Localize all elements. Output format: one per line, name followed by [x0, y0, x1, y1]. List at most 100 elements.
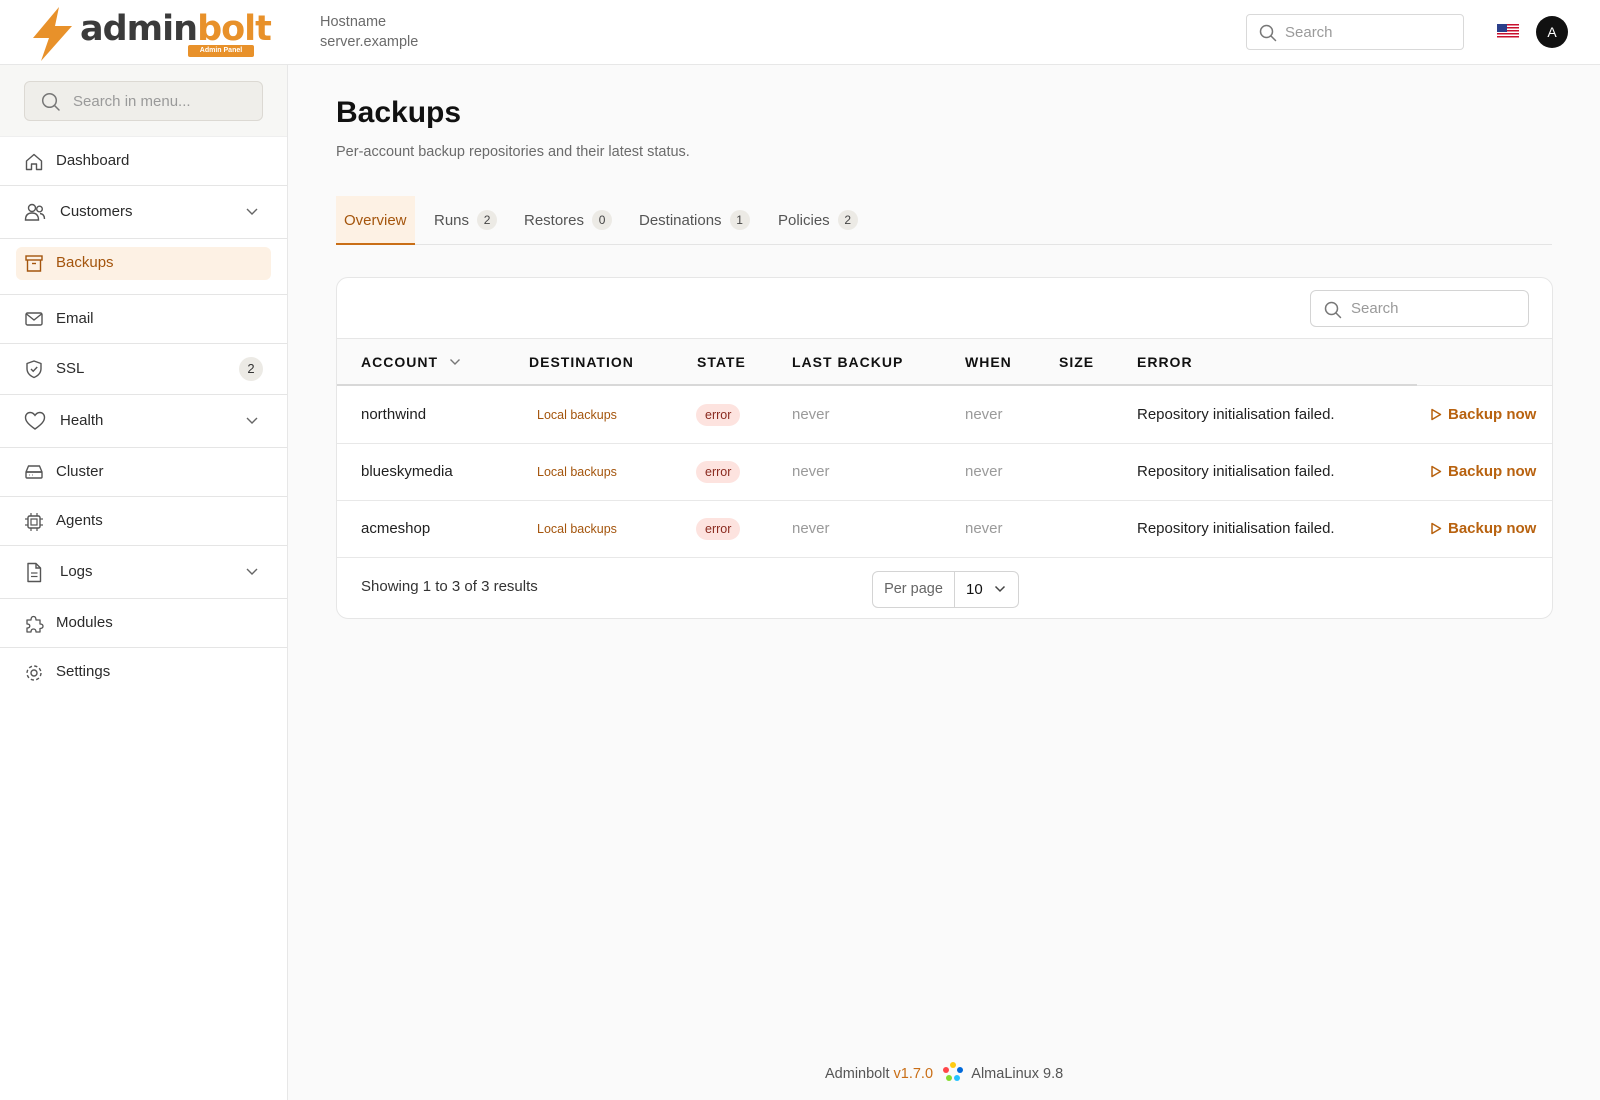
cell-account: northwind	[361, 406, 427, 423]
backup-now-button[interactable]: Backup now	[1430, 501, 1536, 557]
sidebar-item-ssl[interactable]: SSL 2	[0, 344, 287, 395]
cell-destination-link[interactable]: Local backups	[537, 407, 617, 423]
page-subtitle: Per-account backup repositories and thei…	[336, 144, 690, 160]
status-badge: error	[696, 461, 741, 483]
sidebar-item-label: Settings	[56, 663, 111, 680]
cell-last-backup: never	[792, 520, 830, 537]
cell-error: Repository initialisation failed.	[1137, 406, 1335, 423]
column-header-error: ERROR	[1137, 354, 1193, 370]
shield-icon	[26, 360, 42, 379]
tab-runs[interactable]: Runs 2	[434, 196, 498, 245]
brand-badge: Admin Panel	[188, 45, 254, 57]
sidebar-item-cluster[interactable]: Cluster	[0, 448, 287, 497]
sidebar-item-label: Backups	[56, 254, 114, 271]
menu-search-section	[0, 65, 287, 137]
footer-os: AlmaLinux 9.8	[971, 1066, 1064, 1082]
puzzle-icon	[26, 615, 44, 633]
cell-last-backup: never	[792, 463, 830, 480]
chevron-down-icon[interactable]	[245, 416, 259, 426]
cell-when: never	[965, 406, 1003, 423]
user-avatar[interactable]: A	[1536, 16, 1568, 48]
mail-icon	[25, 312, 43, 326]
sidebar-item-label: Customers	[60, 203, 133, 220]
tab-label: Policies	[778, 212, 830, 229]
tab-count-badge: 2	[477, 210, 498, 230]
search-icon	[1259, 24, 1277, 42]
sidebar-item-modules[interactable]: Modules	[0, 599, 287, 648]
column-header-destination: DESTINATION	[529, 354, 634, 370]
per-page-select[interactable]: Per page 10	[872, 571, 1019, 608]
tab-count-badge: 0	[592, 210, 613, 230]
backup-now-button[interactable]: Backup now	[1430, 444, 1536, 500]
sidebar-item-health[interactable]: Health	[0, 395, 287, 448]
footer-version[interactable]: v1.7.0	[894, 1066, 934, 1082]
cell-when: never	[965, 520, 1003, 537]
us-flag-icon[interactable]	[1497, 24, 1519, 39]
search-icon	[41, 92, 60, 111]
sidebar-item-customers[interactable]: Customers	[0, 186, 287, 239]
cell-destination-link[interactable]: Local backups	[537, 464, 617, 480]
backup-now-button[interactable]: Backup now	[1430, 387, 1536, 443]
sidebar-item-label: Logs	[60, 563, 93, 580]
table-header: ACCOUNT DESTINATION STATE LAST BACKUP WH…	[337, 338, 1552, 386]
users-icon	[24, 203, 46, 221]
tab-count-badge: 1	[729, 210, 750, 230]
brand-wordmark: adminbolt	[80, 9, 272, 49]
sort-chevron-down-icon	[449, 359, 460, 365]
column-header-last-backup: LAST BACKUP	[792, 354, 904, 370]
tab-policies[interactable]: Policies 2	[778, 196, 858, 245]
menu-search-input[interactable]	[73, 82, 253, 120]
chevron-down-icon[interactable]	[245, 207, 259, 217]
table-row: northwind Local backups error never neve…	[337, 387, 1552, 444]
cell-when: never	[965, 463, 1003, 480]
tab-restores[interactable]: Restores 0	[524, 196, 613, 245]
sidebar-item-agents[interactable]: Agents	[0, 497, 287, 546]
tab-label: Runs	[434, 212, 470, 229]
menu-search[interactable]	[24, 81, 263, 121]
table-row: blueskymedia Local backups error never n…	[337, 444, 1552, 501]
cell-account: blueskymedia	[361, 463, 453, 480]
backups-table-card: ACCOUNT DESTINATION STATE LAST BACKUP WH…	[336, 277, 1553, 619]
sidebar-item-label: Dashboard	[56, 152, 130, 169]
column-header-account[interactable]: ACCOUNT	[361, 354, 461, 370]
per-page-label: Per page	[873, 572, 955, 607]
footer-product: Adminbolt	[825, 1066, 890, 1082]
cell-destination-link[interactable]: Local backups	[537, 521, 617, 537]
sidebar-item-backups[interactable]: Backups	[16, 247, 271, 280]
footer: Adminbolt v1.7.0 AlmaLinux 9.8	[825, 1061, 1063, 1084]
tab-destinations[interactable]: Destinations 1	[639, 196, 750, 245]
play-icon	[1431, 465, 1442, 478]
sidebar-item-settings[interactable]: Settings	[0, 648, 287, 697]
tab-bar: Overview Runs 2 Restores 0 Destinations 1 P…	[336, 196, 1552, 245]
top-bar: adminbolt Admin Panel Hostname server.ex…	[0, 0, 1600, 65]
global-search-input[interactable]	[1285, 15, 1455, 49]
status-badge: error	[696, 518, 741, 540]
tab-label: Destinations	[639, 212, 722, 229]
table-row: acmeshop Local backups error never never…	[337, 501, 1552, 558]
column-header-size: SIZE	[1059, 354, 1095, 370]
table-search-input[interactable]	[1351, 291, 1521, 326]
column-header-when: WHEN	[965, 354, 1012, 370]
tab-overview[interactable]: Overview	[336, 196, 415, 245]
tab-label: Overview	[344, 212, 407, 229]
sidebar-item-logs[interactable]: Logs	[0, 546, 287, 599]
play-icon	[1431, 522, 1442, 535]
sidebar-item-dashboard[interactable]: Dashboard	[0, 137, 287, 186]
table-search[interactable]	[1310, 290, 1529, 327]
sidebar-item-label: Agents	[56, 512, 103, 529]
server-icon	[25, 465, 43, 479]
ssl-count-badge: 2	[239, 357, 263, 381]
cell-account: acmeshop	[361, 520, 431, 537]
bolt-logo-icon	[33, 7, 72, 61]
hostname-label: Hostname	[320, 14, 387, 30]
search-icon	[1324, 301, 1342, 319]
results-summary: Showing 1 to 3 of 3 results	[361, 578, 538, 595]
chevron-down-icon[interactable]	[245, 567, 259, 577]
chip-icon	[25, 513, 43, 531]
global-search[interactable]	[1246, 14, 1464, 50]
brand-logo[interactable]: adminbolt Admin Panel	[30, 6, 272, 62]
sidebar-item-email[interactable]: Email	[0, 295, 287, 344]
chevron-down-icon	[994, 585, 1006, 593]
per-page-value: 10	[966, 581, 983, 598]
play-icon	[1431, 408, 1442, 421]
